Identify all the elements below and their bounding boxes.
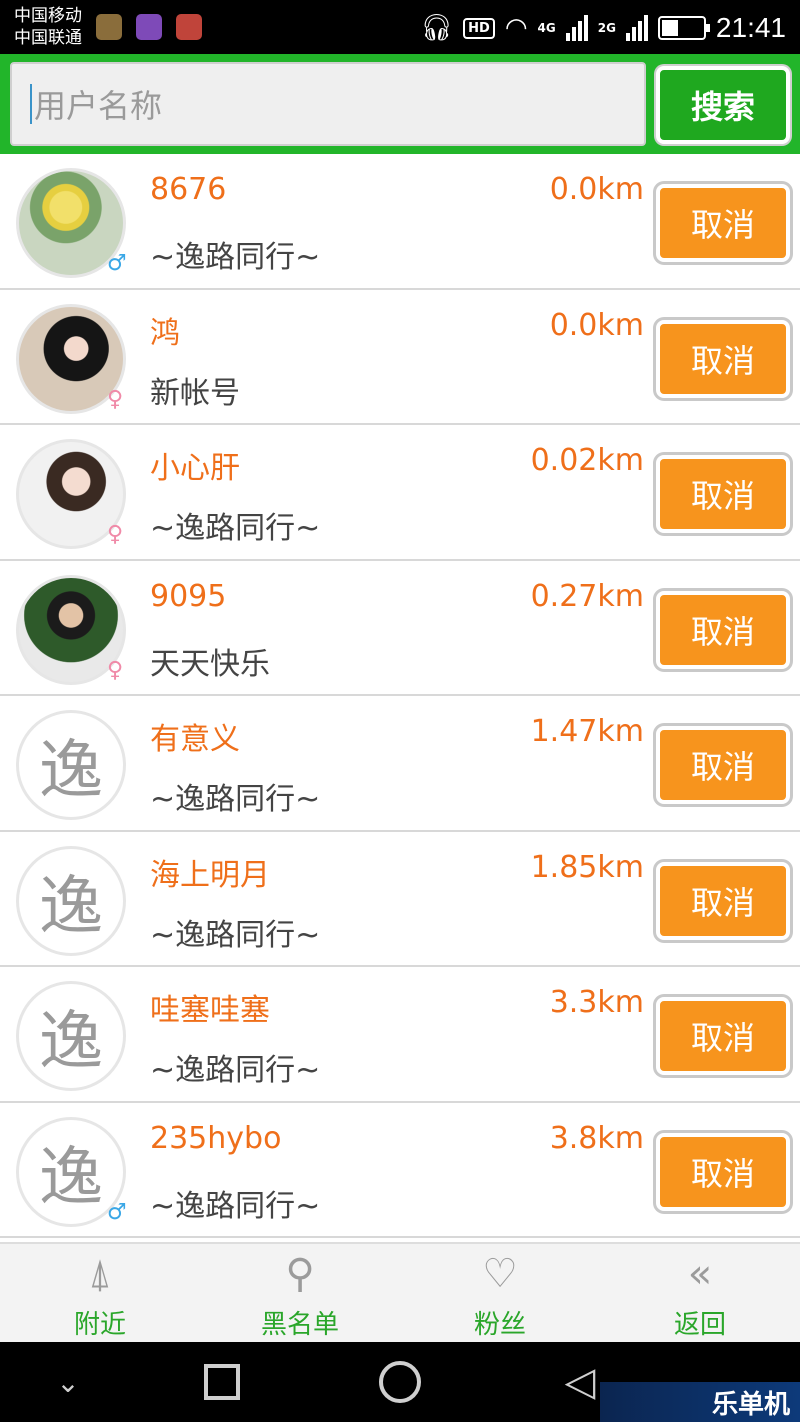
- cancel-button[interactable]: 取消: [656, 455, 790, 533]
- network-4g-label: 4G: [537, 21, 556, 35]
- cancel-button[interactable]: 取消: [656, 726, 790, 804]
- user-name: 9095: [150, 578, 227, 614]
- camera-notification-icon: [176, 14, 202, 40]
- user-name: 235hybo: [150, 1120, 282, 1156]
- cancel-button[interactable]: 取消: [656, 1132, 790, 1211]
- cancel-button[interactable]: 取消: [656, 319, 790, 398]
- user-row[interactable]: ♂ 8676 ~逸路同行~ 0.0km 取消: [0, 154, 800, 290]
- tab-label: 粉丝: [473, 1310, 526, 1340]
- user-row[interactable]: ♀ 鸿 新帐号 0.0km 取消: [0, 289, 800, 425]
- avatar[interactable]: 逸: [16, 710, 126, 820]
- user-signature: ~逸路同行~: [150, 240, 321, 275]
- gender-icon: ♀: [107, 386, 124, 412]
- user-block-icon: ⚲: [285, 1251, 315, 1297]
- user-row[interactable]: ♀ 9095 天天快乐 0.27km 取消: [0, 560, 800, 696]
- user-distance: 3.8km: [549, 1120, 644, 1156]
- battery-icon: [657, 16, 710, 40]
- search-input[interactable]: 用户名称: [10, 62, 646, 146]
- signal-4g-icon: [565, 15, 588, 41]
- default-avatar-glyph: 逸: [39, 869, 103, 944]
- user-row[interactable]: 逸 ♂ 235hybo ~逸路同行~ 3.8km 取消: [0, 1102, 800, 1238]
- avatar[interactable]: 逸: [16, 845, 126, 956]
- gender-icon: ♂: [107, 251, 127, 276]
- user-heart-icon: ♡: [482, 1251, 518, 1297]
- user-signature: ~逸路同行~: [150, 782, 321, 817]
- signal-2g-icon: [625, 15, 648, 41]
- user-signature: ~逸路同行~: [150, 1188, 321, 1224]
- user-distance: 0.27km: [530, 578, 644, 614]
- user-row[interactable]: 逸 哇塞哇塞 ~逸路同行~ 3.3km 取消: [0, 967, 800, 1103]
- carrier-2: 中国联通: [14, 28, 82, 48]
- user-row[interactable]: 逸 有意义 ~逸路同行~ 1.47km 取消: [0, 696, 800, 832]
- gallery-notification-icon: [136, 14, 162, 40]
- search-header: 用户名称 搜索: [0, 54, 800, 154]
- carrier-info: 中国移动 中国联通: [14, 5, 82, 49]
- user-name: 鸿: [150, 315, 180, 351]
- wifi-icon: ◠: [504, 13, 528, 43]
- notification-icons: [96, 14, 202, 40]
- user-name: 哇塞哇塞: [150, 993, 270, 1028]
- user-distance: 3.3km: [549, 985, 644, 1020]
- default-avatar-glyph: 逸: [39, 1140, 103, 1215]
- gender-icon: ♀: [107, 657, 124, 683]
- tab-0[interactable]: ⍋ 附近: [0, 1244, 200, 1342]
- watermark-logo: 乐单机: [600, 1382, 800, 1422]
- user-distance: 1.85km: [530, 849, 644, 885]
- status-bar: 中国移动 中国联通 🎧︎ HD ◠ 4G 2G 21:41: [0, 0, 800, 54]
- nav-back-button[interactable]: ◁: [554, 1342, 606, 1422]
- user-signature: ~逸路同行~: [150, 1053, 321, 1088]
- gender-icon: ♀: [107, 522, 124, 547]
- double-chevron-left-icon: «: [687, 1251, 713, 1297]
- user-row[interactable]: ♀ 小心肝 ~逸路同行~ 0.02km 取消: [0, 425, 800, 561]
- user-name: 小心肝: [150, 451, 240, 486]
- user-distance: 0.0km: [549, 172, 644, 207]
- tab-label: 附近: [73, 1310, 126, 1340]
- app-notification-icon: [96, 14, 122, 40]
- tab-1[interactable]: ⚲ 黑名单: [200, 1244, 400, 1342]
- user-signature: ~逸路同行~: [150, 511, 321, 546]
- user-row[interactable]: 逸 海上明月 ~逸路同行~ 1.85km 取消: [0, 831, 800, 967]
- default-avatar-glyph: 逸: [39, 1005, 103, 1079]
- bottom-tab-bar: ⍋ 附近 ⚲ 黑名单 ♡ 粉丝 « 返回: [0, 1242, 800, 1342]
- cancel-button[interactable]: 取消: [656, 184, 790, 262]
- antenna-icon: ⍋: [88, 1251, 112, 1297]
- hd-badge: HD: [463, 17, 495, 39]
- user-signature: ~逸路同行~: [150, 917, 321, 953]
- user-distance: 0.02km: [530, 443, 644, 478]
- user-name: 8676: [150, 172, 227, 207]
- cancel-button[interactable]: 取消: [656, 997, 790, 1075]
- tab-2[interactable]: ♡ 粉丝: [400, 1244, 600, 1342]
- user-signature: 新帐号: [150, 375, 240, 411]
- tab-3[interactable]: « 返回: [600, 1244, 800, 1342]
- cancel-button[interactable]: 取消: [656, 590, 790, 669]
- user-list: ♂ 8676 ~逸路同行~ 0.0km 取消 ♀ 鸿 新帐号 0.0km 取消 …: [0, 154, 800, 1238]
- default-avatar-glyph: 逸: [39, 734, 103, 808]
- user-name: 海上明月: [150, 857, 270, 893]
- headphone-icon: 🎧︎: [420, 13, 454, 43]
- circle-icon: [379, 1361, 421, 1403]
- tab-label: 黑名单: [260, 1310, 339, 1340]
- status-indicators: 🎧︎ HD ◠ 4G 2G 21:41: [420, 8, 786, 48]
- cancel-button[interactable]: 取消: [656, 861, 790, 940]
- user-distance: 0.0km: [549, 307, 644, 343]
- nav-hide-icon[interactable]: ⌄: [40, 1342, 96, 1422]
- gender-icon: ♂: [107, 1199, 127, 1225]
- avatar[interactable]: 逸: [16, 981, 126, 1091]
- user-signature: 天天快乐: [150, 646, 270, 682]
- system-nav-bar: ⌄ ◁ 乐单机: [0, 1342, 800, 1422]
- clock: 21:41: [715, 12, 786, 43]
- carrier-1: 中国移动: [14, 6, 82, 26]
- battery-fill: [661, 20, 678, 36]
- user-distance: 1.47km: [530, 714, 644, 749]
- search-placeholder: 用户名称: [34, 87, 163, 125]
- nav-home-button[interactable]: [374, 1342, 426, 1422]
- search-button[interactable]: 搜索: [656, 66, 790, 144]
- network-2g-label: 2G: [597, 21, 616, 35]
- square-icon: [204, 1364, 240, 1400]
- nav-recents-button[interactable]: [196, 1342, 248, 1422]
- user-name: 有意义: [150, 722, 240, 757]
- tab-label: 返回: [673, 1310, 726, 1340]
